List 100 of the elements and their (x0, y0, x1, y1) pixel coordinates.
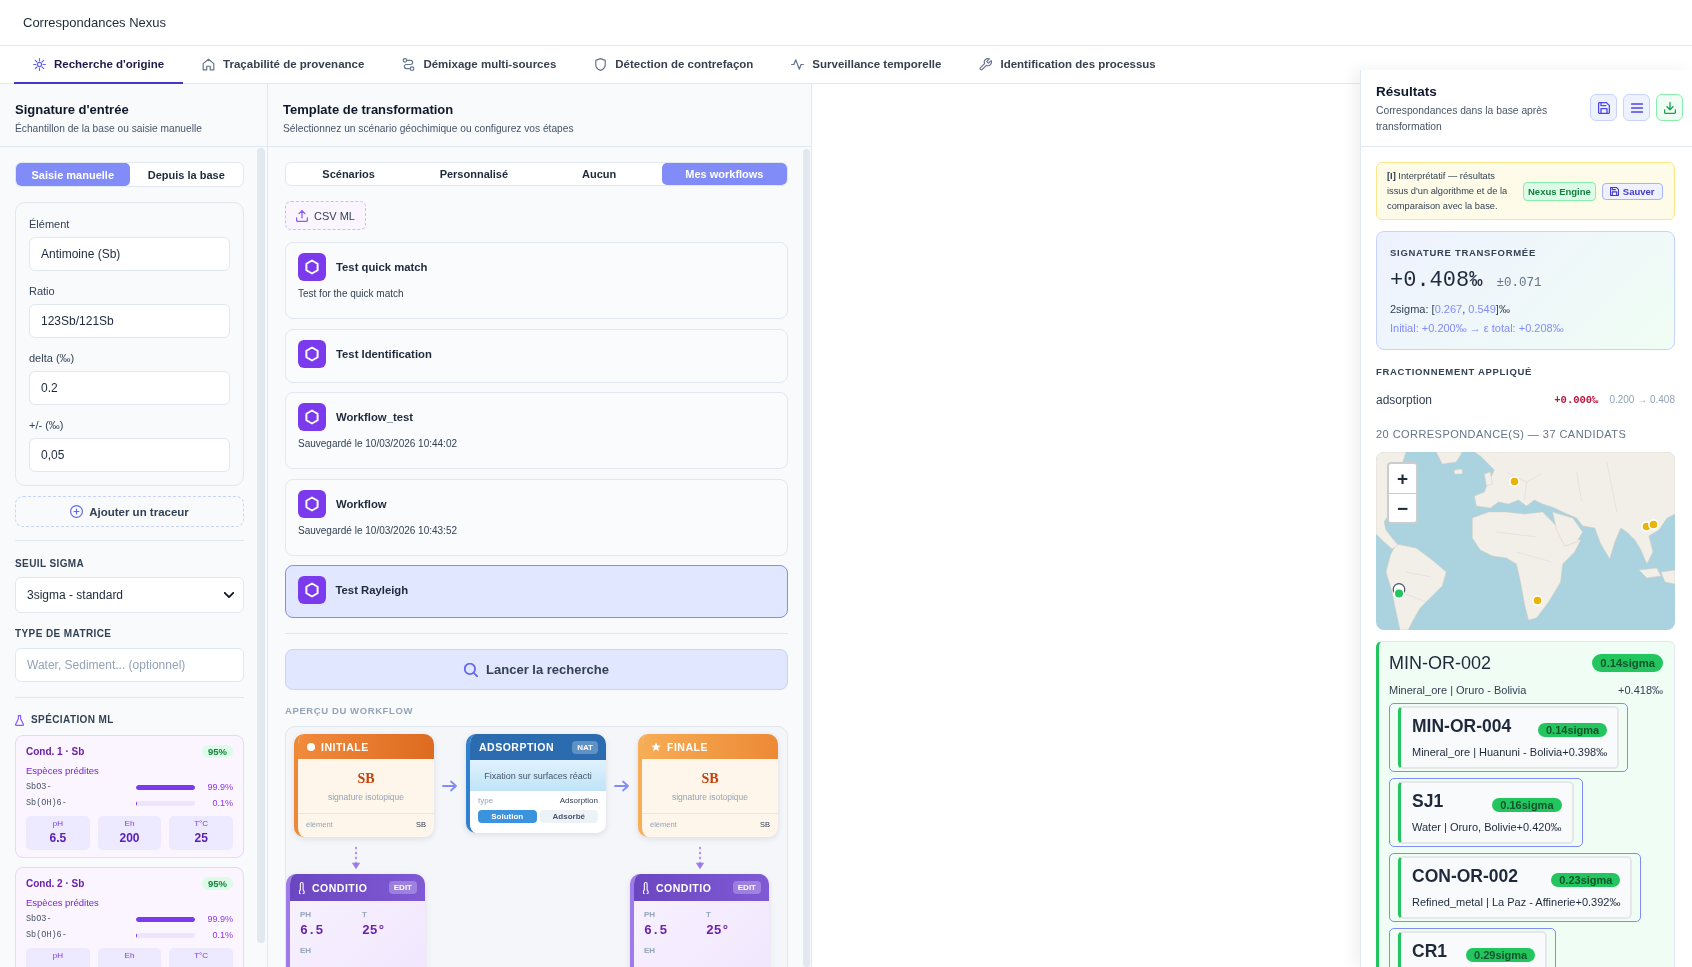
field-label: type (478, 795, 494, 807)
notice-text: [I] Interprétatif — résultats issus d'un algorithme et de la comparaison avec la base. (1387, 169, 1509, 213)
engine-badge: Nexus Engine (1523, 181, 1596, 201)
search-button[interactable]: Lancer la recherche (285, 649, 788, 690)
match-card[interactable] (1376, 641, 1675, 967)
template-tab[interactable]: Scénarios (286, 163, 412, 185)
panel-title: Template de transformation (283, 101, 455, 118)
connector-arrow (694, 845, 705, 872)
sigma-badge: 0.16sigma (1492, 798, 1562, 812)
match-value: +0.398‰ (1562, 746, 1608, 758)
species-percent: 0.1% (211, 798, 233, 808)
csv-import-button[interactable]: CSV ML (285, 201, 366, 230)
match-card[interactable]: MIN-OR-004 0.14sigma Mineral_ore | Huanuni - Bolivia+0.398‰ (1398, 706, 1620, 769)
parameter-label: Eh (124, 819, 135, 829)
chevron-down-icon (224, 592, 234, 598)
map-marker-icon[interactable] (1648, 519, 1659, 530)
workflow-node[interactable]: ADSORPTION NAT Fixation sur surfaces réacti type Adsorption Solution Adsorbé (466, 734, 606, 833)
text-field[interactable]: 123Sb/121Sb (29, 304, 230, 338)
plus-circle-icon (70, 505, 84, 518)
species-percent: 0.1% (211, 930, 233, 940)
match-value: +0.420‰ (1516, 821, 1562, 833)
match-card[interactable]: CR1 0.29sigma (1398, 931, 1548, 967)
section-label: FRACTIONNEMENT APPLIQUÉ (1376, 365, 1534, 379)
download-button[interactable] (1656, 94, 1683, 121)
workflow-detail: Test for the quick match (298, 287, 405, 301)
match-card[interactable]: CON-OR-002 0.23sigma Refined_metal | La Paz - Affinerie+0.392‰ (1398, 856, 1633, 919)
sigma-select[interactable]: 3sigma - standard (15, 577, 244, 613)
search-icon (464, 662, 479, 677)
save-button[interactable] (1590, 94, 1617, 121)
element-symbol: SB (700, 770, 720, 788)
match-id: CON-OR-002 (1412, 865, 1518, 887)
thermometer-icon (299, 881, 305, 894)
match-card[interactable]: SJ1 0.16sigma Water | Oruro, Bolivie+0.420‰ (1398, 781, 1574, 844)
route-icon (402, 57, 416, 71)
template-tab[interactable]: Aucun (536, 163, 662, 185)
add-tracer-button[interactable]: Ajouter un traceur (15, 496, 244, 527)
value-range: 0.200 → 0.408 (1609, 394, 1675, 405)
field-label: +/- (‰) (29, 418, 65, 432)
section-label: TYPE DE MATRICE (15, 627, 113, 641)
workflow-name: Test Identification (336, 347, 432, 360)
workflow-name: Workflow (336, 497, 387, 510)
nav-tab[interactable]: Détection de contrefaçon (575, 46, 773, 84)
zoom-out-button[interactable]: − (1389, 493, 1416, 522)
condition-node[interactable]: CONDITIO EDIT PH 6.5 T 25° EH (630, 874, 769, 967)
parameter-label: Eh (124, 951, 135, 961)
connector-arrow (614, 780, 630, 792)
mode-tab[interactable]: Depuis la base (129, 163, 243, 186)
workflow-name: Workflow_test (336, 411, 413, 423)
species-name: SbO3- (26, 914, 53, 924)
text-field[interactable]: Antimoine (Sb) (29, 237, 230, 271)
text-field[interactable]: 0,05 (29, 438, 230, 472)
workflow-card[interactable]: Workflow Sauvegardé le 10/03/2026 10:43:52 (285, 478, 788, 556)
workflow-card[interactable]: Test Identification (285, 328, 788, 383)
workflow-card[interactable]: Workflow_test Sauvegardé le 10/03/2026 10:44:02 (285, 392, 788, 469)
match-id: MIN-OR-002 (1389, 652, 1491, 674)
phase-toggle[interactable]: Adsorbé (539, 810, 598, 823)
save-button[interactable]: Sauver (1601, 182, 1663, 200)
confidence-badge: 95% (202, 744, 233, 758)
map-marker-icon[interactable] (1392, 583, 1406, 600)
parameter-value: 200 (119, 830, 140, 846)
nav-tab[interactable]: Traçabilité de provenance (183, 46, 384, 84)
node-title: FINALE (667, 740, 709, 753)
menu-button[interactable] (1623, 94, 1650, 121)
condition-node[interactable]: CONDITIO EDIT PH 6.5 T 25° EH (286, 874, 425, 967)
connector-arrow (442, 780, 458, 792)
node-title: INITIALE (321, 740, 370, 753)
wrench-icon (979, 57, 993, 71)
save-icon (1609, 186, 1619, 196)
species-percent: 99.9% (206, 782, 233, 792)
text-field[interactable]: 0.2 (29, 371, 230, 405)
template-tab[interactable]: Personnalisé (411, 163, 537, 185)
parameter-label: pH (52, 819, 63, 829)
field-label: Élément (29, 217, 71, 231)
nav-tab[interactable]: Surveillance temporelle (772, 46, 961, 84)
element-symbol: SB (356, 770, 376, 788)
panel-subtitle: Correspondances dans la base après transformation (1376, 104, 1549, 134)
interval-text: 2sigma: [0.267, 0.549]‰ (1390, 302, 1511, 317)
species-heading: Espèces prédites (26, 764, 100, 777)
field-label: delta (‰) (29, 351, 76, 365)
parameter-value: 25° (706, 923, 731, 939)
flask-icon (15, 714, 24, 726)
nav-tab[interactable]: Démixage multi-sources (383, 46, 576, 84)
workflow-card[interactable]: Test Rayleigh (285, 565, 788, 618)
workflow-name: Test quick match (336, 261, 428, 273)
match-summary: 20 CORRESPONDANCE(S) — 37 CANDIDATS (1376, 427, 1628, 441)
match-info: Refined_metal | La Paz - Affinerie (1412, 896, 1576, 908)
origin-text: Initial: +0.200‰ → ε total: +0.208‰ (1390, 321, 1565, 336)
parameter-value: 6.5 (300, 923, 325, 939)
workflow-card[interactable]: Test quick match Test for the quick match (285, 242, 788, 319)
map-marker-icon[interactable] (1509, 476, 1520, 487)
nav-tab[interactable]: Identification des processus (960, 46, 1175, 84)
signature-uncertainty: ±0.071 (1496, 276, 1542, 290)
map-marker-icon[interactable] (1532, 595, 1543, 606)
field-value: Adsorption (559, 795, 598, 807)
download-icon (1663, 101, 1676, 114)
workflow-name: Test Rayleigh (335, 583, 409, 596)
matrix-type-field[interactable]: Water, Sediment... (optionnel) (15, 648, 244, 682)
app-title: Correspondances Nexus (23, 15, 167, 30)
parameter-label: EH (644, 946, 657, 956)
panel-title: Résultats (1376, 83, 1438, 100)
